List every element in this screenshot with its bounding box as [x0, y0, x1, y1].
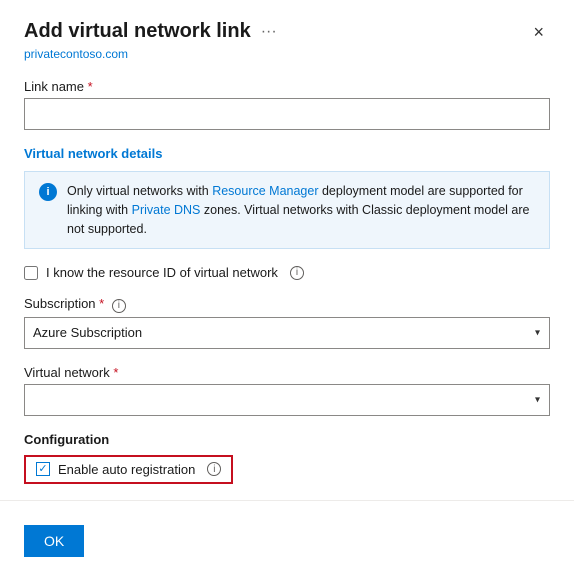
checkmark-icon: ✓: [38, 464, 47, 475]
vnet-section-title: Virtual network details: [24, 146, 550, 161]
dialog-subtitle: privatecontoso.com: [24, 47, 550, 61]
title-row: Add virtual network link ···: [24, 20, 277, 43]
dialog-header: Add virtual network link ··· ×: [24, 20, 550, 43]
required-marker: *: [88, 79, 93, 94]
configuration-title: Configuration: [24, 432, 550, 447]
auto-registration-row: ✓ Enable auto registration i: [24, 455, 233, 484]
subscription-info-icon[interactable]: i: [112, 299, 126, 313]
info-icon: i: [39, 183, 57, 201]
add-virtual-network-link-dialog: Add virtual network link ··· × privateco…: [0, 0, 574, 581]
dialog-ellipsis[interactable]: ···: [261, 23, 277, 41]
link-name-label: Link name *: [24, 79, 550, 94]
subscription-select[interactable]: Azure Subscription: [24, 317, 550, 349]
info-box: i Only virtual networks with Resource Ma…: [24, 171, 550, 249]
vnet-select-wrapper: ▾: [24, 384, 550, 416]
vnet-select[interactable]: [24, 384, 550, 416]
resource-manager-link[interactable]: Resource Manager: [212, 184, 318, 198]
vnet-label: Virtual network *: [24, 365, 550, 380]
close-button[interactable]: ×: [527, 21, 550, 43]
resource-id-label: I know the resource ID of virtual networ…: [46, 265, 278, 280]
dialog-title: Add virtual network link: [24, 20, 251, 43]
footer-divider: [0, 500, 574, 501]
auto-registration-info-icon[interactable]: i: [207, 462, 221, 476]
subscription-required: *: [99, 296, 104, 311]
private-dns-link[interactable]: Private DNS: [132, 203, 201, 217]
auto-registration-label: Enable auto registration: [58, 462, 195, 477]
resource-id-checkbox[interactable]: [24, 266, 38, 280]
resource-id-info-icon[interactable]: i: [290, 266, 304, 280]
info-text: Only virtual networks with Resource Mana…: [67, 182, 535, 238]
link-name-input[interactable]: [24, 98, 550, 130]
auto-registration-checkbox-visual: ✓: [36, 462, 50, 476]
vnet-required: *: [113, 365, 118, 380]
subscription-label: Subscription * i: [24, 296, 550, 313]
resource-id-checkbox-row: I know the resource ID of virtual networ…: [24, 265, 550, 280]
configuration-section: Configuration ✓ Enable auto registration…: [24, 432, 550, 484]
ok-button[interactable]: OK: [24, 525, 84, 557]
subscription-select-wrapper: Azure Subscription ▾: [24, 317, 550, 349]
